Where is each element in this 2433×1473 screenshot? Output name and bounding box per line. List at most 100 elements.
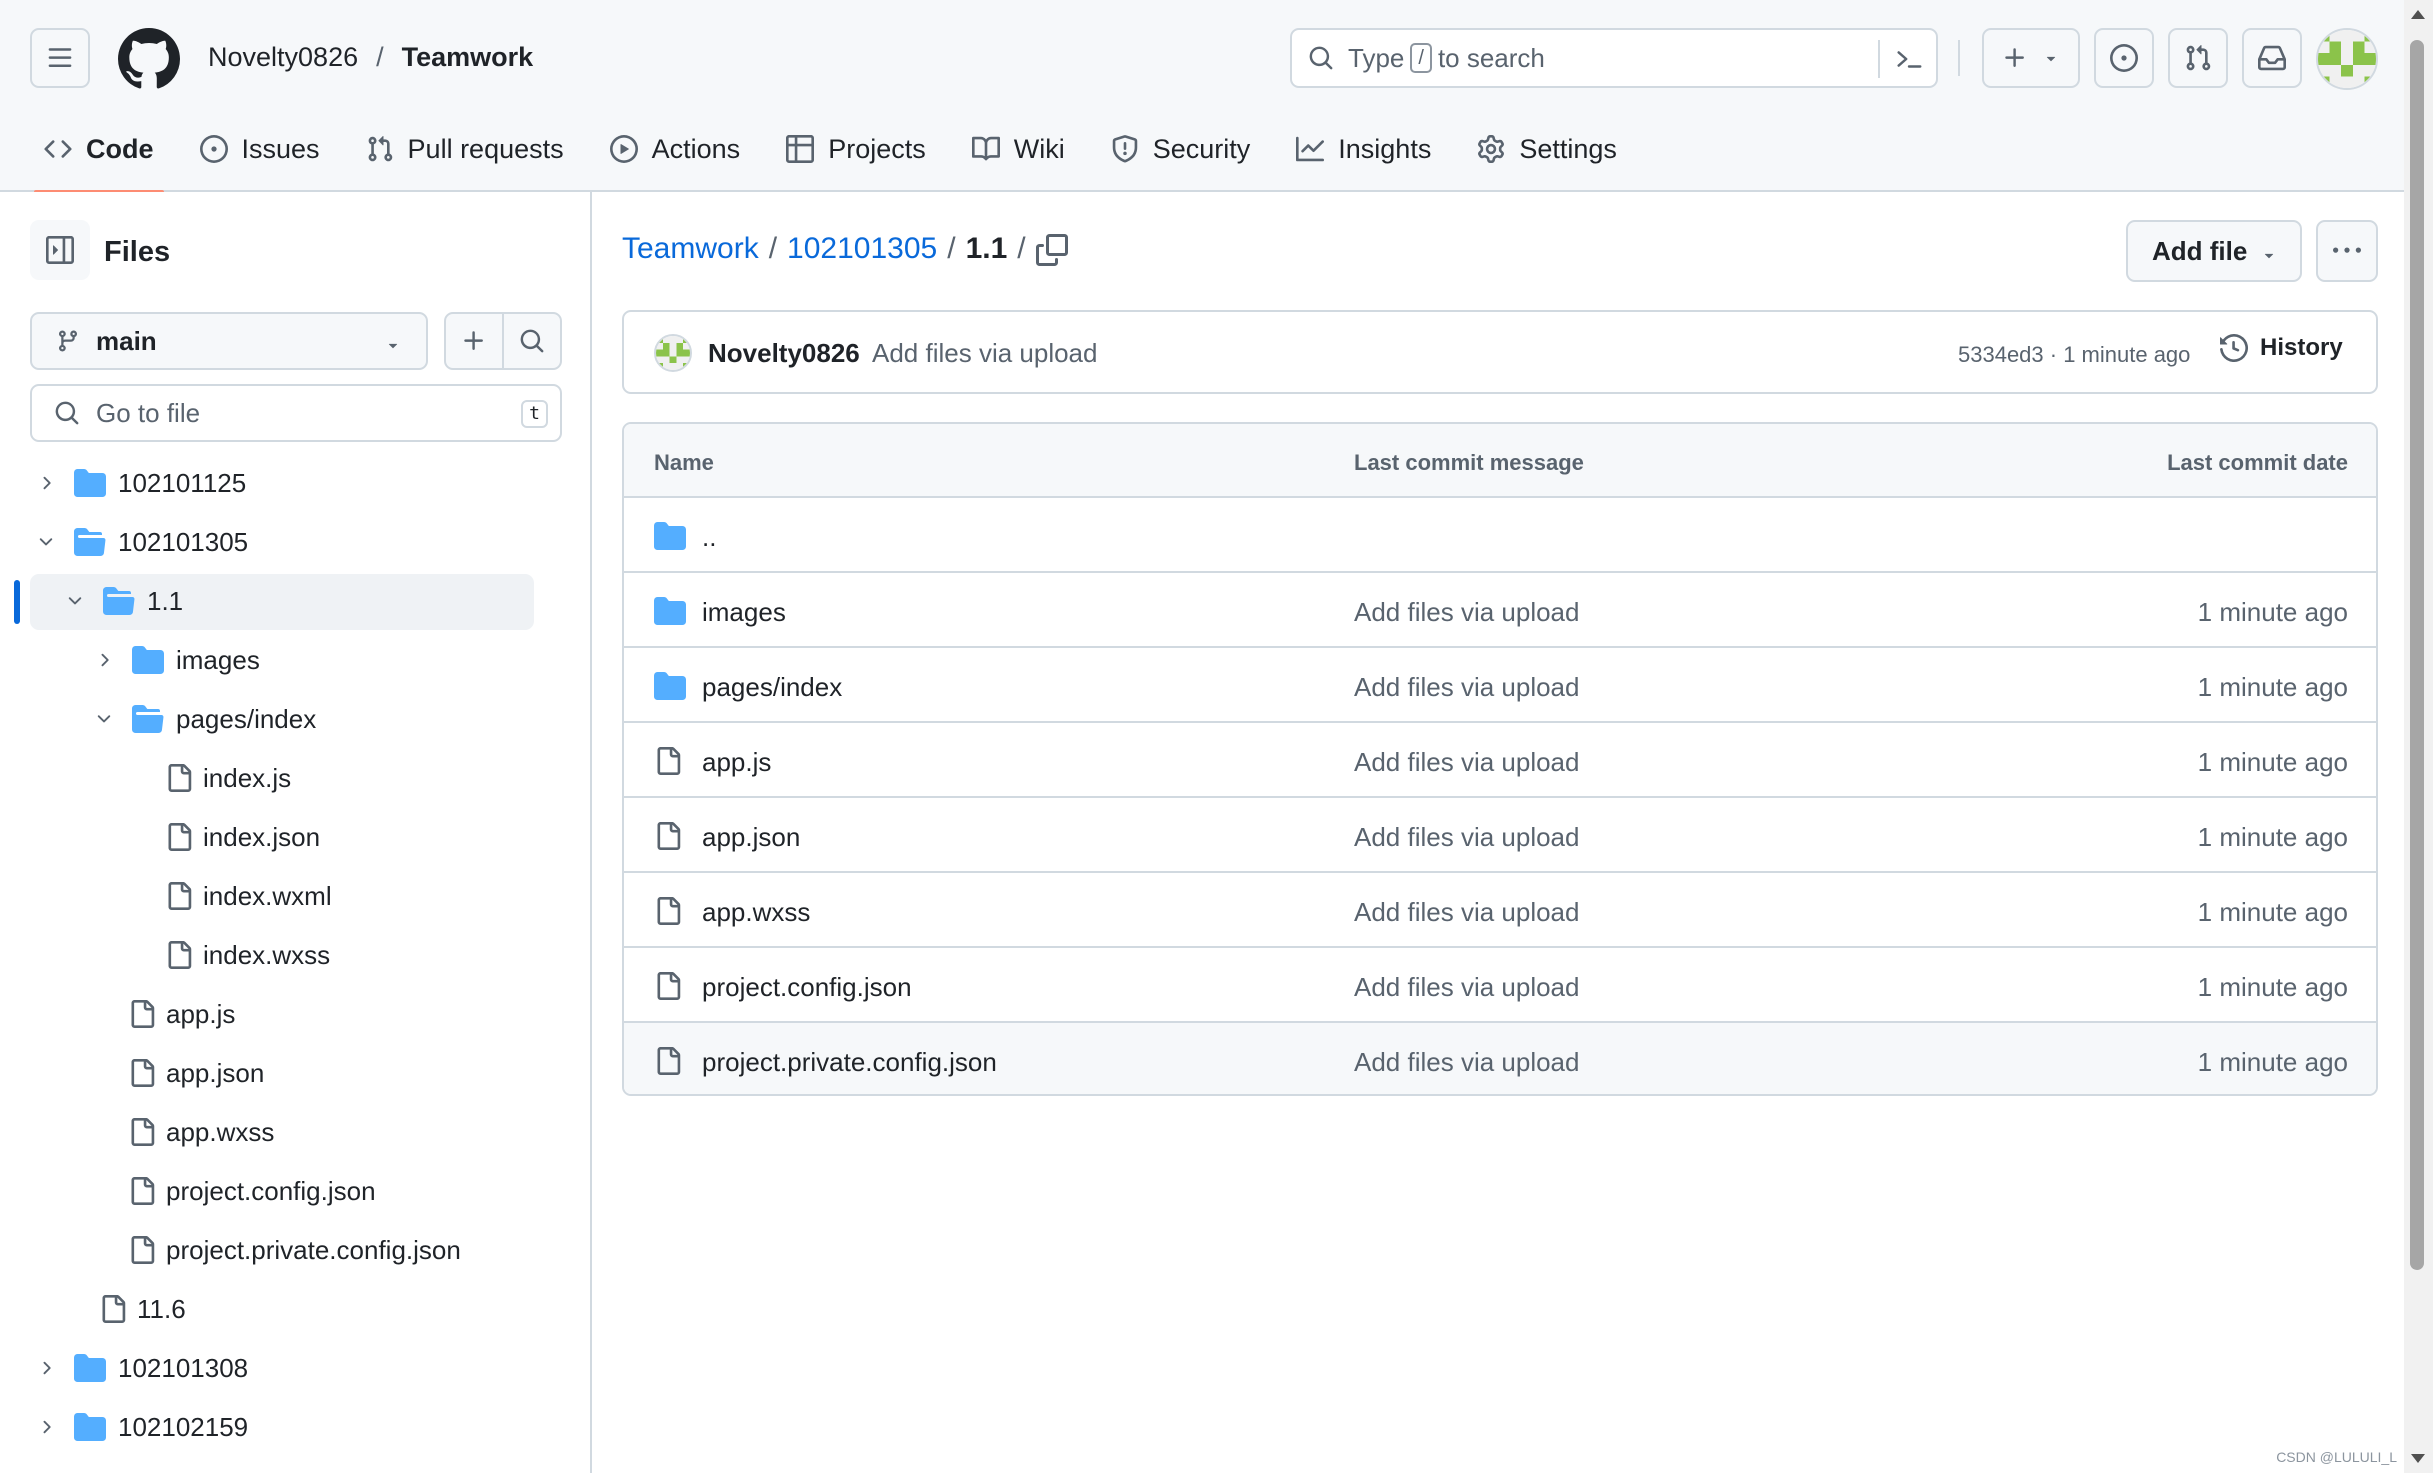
table-row[interactable]: ..: [624, 498, 2376, 573]
tree-item[interactable]: 11.6: [0, 1280, 592, 1338]
tree-item[interactable]: index.wxss: [0, 926, 592, 984]
table-row[interactable]: project.private.config.json Add files via…: [624, 1023, 2376, 1094]
tab-wiki[interactable]: Wiki: [958, 120, 1079, 178]
scroll-down-arrow-icon[interactable]: [2411, 1454, 2425, 1463]
tab-settings[interactable]: Settings: [1463, 120, 1631, 178]
commit-message-link[interactable]: Add files via upload: [1354, 897, 1579, 928]
file-name-link[interactable]: app.json: [702, 822, 800, 853]
go-to-file-placeholder: Go to file: [96, 397, 201, 428]
search-input[interactable]: Type / to search: [1290, 28, 1938, 88]
tree-item[interactable]: images: [0, 631, 592, 689]
tree-item[interactable]: pages/index: [0, 690, 592, 748]
chevron-down-icon[interactable]: [65, 591, 85, 611]
table-row[interactable]: pages/index Add files via upload 1 minute …: [624, 648, 2376, 723]
tree-item-label: app.json: [166, 1058, 265, 1088]
tab-pull-requests[interactable]: Pull requests: [352, 120, 578, 178]
tab-label: Projects: [828, 133, 926, 164]
folder-icon: [654, 520, 686, 552]
file-name-link[interactable]: images: [702, 597, 786, 628]
history-button[interactable]: History: [2220, 334, 2343, 362]
file-name-link[interactable]: project.private.config.json: [702, 1047, 997, 1078]
file-icon: [654, 1047, 682, 1075]
issues-button[interactable]: [2094, 28, 2154, 88]
tab-actions[interactable]: Actions: [596, 120, 755, 178]
commit-message-link[interactable]: Add files via upload: [1354, 597, 1579, 628]
tree-item[interactable]: app.js: [0, 985, 592, 1043]
tree-item[interactable]: index.json: [0, 808, 592, 866]
tree-item[interactable]: 102101305: [0, 513, 592, 571]
owner-link[interactable]: Novelty0826: [208, 42, 358, 73]
issue-opened-icon: [199, 135, 228, 163]
command-palette-icon[interactable]: [1894, 44, 1924, 74]
file-table: Name Last commit message Last commit dat…: [622, 422, 2378, 1096]
copy-path-button[interactable]: [1036, 234, 1068, 266]
chevron-right-icon[interactable]: [36, 473, 56, 493]
repo-link[interactable]: Teamwork: [402, 42, 534, 73]
commit-message-link[interactable]: Add files via upload: [1354, 972, 1579, 1003]
commit-date: 1 minute ago: [2197, 672, 2348, 702]
commit-message[interactable]: Add files via upload: [872, 338, 1097, 369]
file-name-link[interactable]: pages/index: [702, 672, 842, 703]
commit-author[interactable]: Novelty0826: [708, 338, 860, 369]
user-avatar[interactable]: [2316, 28, 2378, 90]
go-to-file-input[interactable]: Go to file t: [30, 384, 562, 442]
commit-message-link[interactable]: Add files via upload: [1354, 822, 1579, 853]
breadcrumb-root[interactable]: Teamwork: [622, 232, 759, 266]
more-options-button[interactable]: [2316, 220, 2378, 282]
tree-item-label: project.config.json: [166, 1176, 376, 1206]
create-new-button[interactable]: [1982, 28, 2080, 88]
page-scrollbar[interactable]: [2404, 0, 2433, 1473]
pull-requests-button[interactable]: [2168, 28, 2228, 88]
table-row[interactable]: app.json Add files via upload 1 minute ago: [624, 798, 2376, 873]
commit-message-link[interactable]: Add files via upload: [1354, 747, 1579, 778]
file-name-link[interactable]: ..: [702, 522, 716, 553]
breadcrumb-folder[interactable]: 102101305: [787, 232, 937, 266]
tree-item[interactable]: app.json: [0, 1044, 592, 1102]
tree-item[interactable]: app.wxss: [0, 1103, 592, 1161]
tree-item[interactable]: 102101308: [0, 1339, 592, 1397]
commit-message-link[interactable]: Add files via upload: [1354, 1047, 1579, 1078]
tree-item[interactable]: index.wxml: [0, 867, 592, 925]
add-file-sidebar-button[interactable]: [446, 314, 504, 368]
file-name-link[interactable]: project.config.json: [702, 972, 912, 1003]
file-icon: [654, 972, 682, 1000]
commit-author-avatar[interactable]: [654, 334, 692, 372]
chevron-right-icon[interactable]: [36, 1358, 56, 1378]
tree-item-label: index.wxss: [203, 940, 331, 970]
chevron-right-icon[interactable]: [94, 650, 114, 670]
tab-security[interactable]: Security: [1097, 120, 1265, 178]
search-files-button[interactable]: [504, 314, 560, 368]
tree-item[interactable]: 102102159: [0, 1398, 592, 1456]
commit-message-link[interactable]: Add files via upload: [1354, 672, 1579, 703]
menu-button[interactable]: [30, 28, 90, 88]
file-name-link[interactable]: app.js: [702, 747, 771, 778]
chevron-down-icon[interactable]: [36, 532, 56, 552]
collapse-sidebar-button[interactable]: [30, 220, 90, 280]
tree-item[interactable]: project.private.config.json: [0, 1221, 592, 1279]
graph-icon: [1296, 136, 1325, 162]
commit-meta[interactable]: 5334ed3 · 1 minute ago: [1958, 342, 2190, 368]
triangle-down-icon: [2046, 56, 2056, 62]
add-file-button[interactable]: Add file: [2126, 220, 2302, 282]
chevron-right-icon[interactable]: [36, 1417, 56, 1437]
tree-item[interactable]: 102101125: [0, 454, 592, 512]
file-name-link[interactable]: app.wxss: [702, 897, 810, 928]
tree-item[interactable]: project.config.json: [0, 1162, 592, 1220]
inbox-button[interactable]: [2242, 28, 2302, 88]
tab-insights[interactable]: Insights: [1282, 120, 1445, 178]
tab-issues[interactable]: Issues: [186, 120, 334, 178]
table-row[interactable]: project.config.json Add files via upload 1…: [624, 948, 2376, 1023]
sidebar-collapse-icon: [46, 236, 74, 264]
tree-item[interactable]: index.js: [0, 749, 592, 807]
chevron-down-icon[interactable]: [94, 709, 114, 729]
table-row[interactable]: images Add files via upload 1 minute ago: [624, 573, 2376, 648]
scroll-up-arrow-icon[interactable]: [2411, 10, 2425, 19]
tab-code[interactable]: Code: [30, 120, 168, 194]
github-logo-icon[interactable]: [118, 28, 180, 90]
tab-projects[interactable]: Projects: [772, 120, 940, 178]
table-row[interactable]: app.js Add files via upload 1 minute ago: [624, 723, 2376, 798]
branch-selector[interactable]: main: [30, 312, 428, 370]
tree-item[interactable]: 1.1: [0, 572, 592, 630]
table-row[interactable]: app.wxss Add files via upload 1 minute ago: [624, 873, 2376, 948]
scrollbar-thumb[interactable]: [2410, 40, 2424, 1270]
